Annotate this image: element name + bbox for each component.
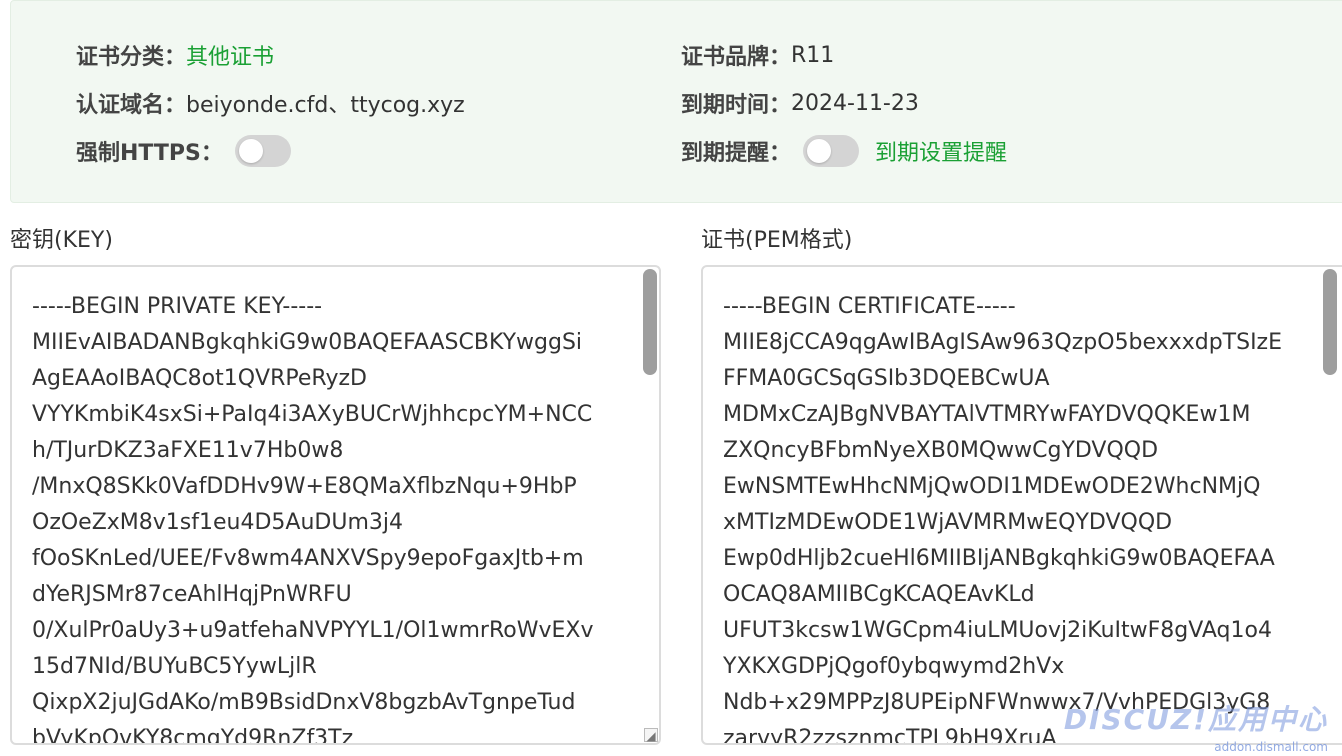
force-https-toggle[interactable] (234, 135, 291, 167)
expiry-value: 2024-11-23 (791, 90, 919, 116)
expiry-label: 到期时间： (681, 93, 792, 118)
brand-value: R11 (791, 42, 835, 68)
certificate-info-panel: 证书分类： 其他证书 认证域名： beiyonde.cfd、ttycog.xyz… (10, 0, 1342, 203)
brand-label: 证书品牌： (681, 45, 792, 70)
force-https-label: 强制HTTPS： (76, 141, 223, 166)
domain-label: 认证域名： (76, 93, 187, 118)
domain-row: 认证域名： beiyonde.cfd、ttycog.xyz (76, 83, 465, 123)
key-scrollbar[interactable] (643, 269, 657, 375)
force-https-row: 强制HTTPS： (76, 131, 291, 171)
private-key-content: -----BEGIN PRIVATE KEY----- MIIEvAIBADAN… (32, 294, 594, 745)
certificate-textarea[interactable]: -----BEGIN CERTIFICATE----- MIIE8jCCA9qg… (701, 265, 1342, 745)
watermark-logo: DISCUZ!应用中心 (1063, 703, 1328, 736)
key-section-title: 密钥(KEY) (10, 228, 113, 253)
expiry-reminder-row: 到期提醒： 到期设置提醒 (681, 131, 1007, 171)
domain-value: beiyonde.cfd、ttycog.xyz (186, 93, 465, 118)
resize-grip-icon[interactable]: ◢ (644, 728, 658, 743)
certificate-content: -----BEGIN CERTIFICATE----- MIIE8jCCA9qg… (723, 294, 1283, 745)
toggle-knob (238, 139, 263, 163)
brand-row: 证书品牌： R11 (681, 35, 834, 75)
expiry-reminder-toggle[interactable] (803, 135, 860, 167)
category-value: 其他证书 (186, 45, 275, 70)
toggle-knob (807, 139, 832, 163)
category-row: 证书分类： 其他证书 (76, 35, 274, 75)
cert-section-title: 证书(PEM格式) (701, 228, 853, 253)
category-label: 证书分类： (76, 45, 187, 70)
cert-scrollbar[interactable] (1323, 269, 1337, 375)
set-reminder-link[interactable]: 到期设置提醒 (875, 135, 1007, 167)
watermark-url: addon.dismall.com (1214, 740, 1328, 754)
expiry-row: 到期时间： 2024-11-23 (681, 83, 919, 123)
expiry-reminder-label: 到期提醒： (681, 141, 792, 166)
private-key-textarea[interactable]: -----BEGIN PRIVATE KEY----- MIIEvAIBADAN… (10, 265, 661, 745)
